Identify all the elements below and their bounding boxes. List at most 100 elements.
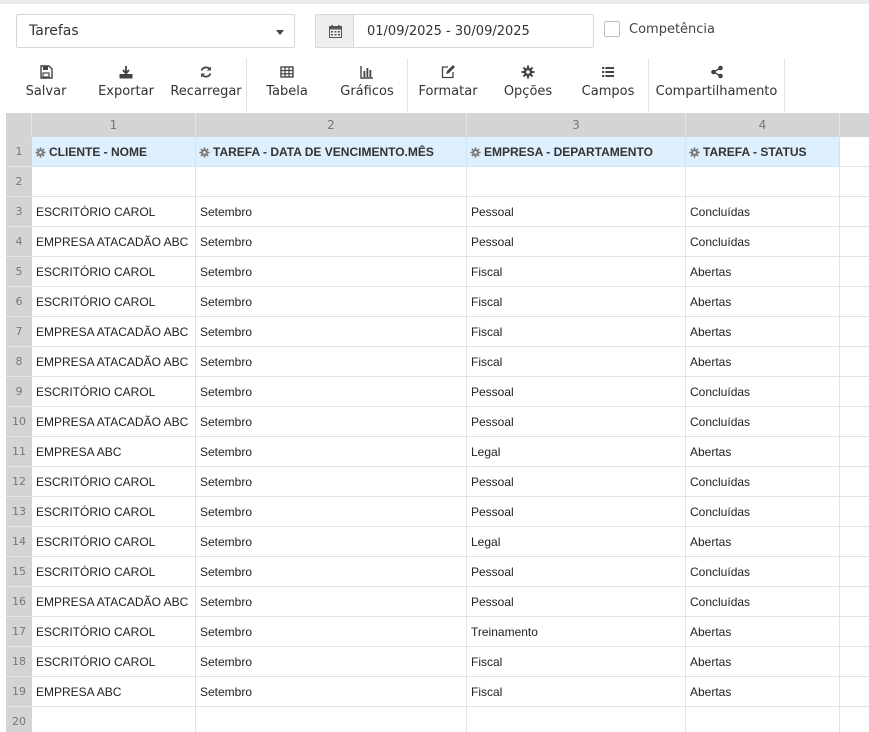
grid-cell[interactable]: Concluídas (686, 197, 840, 227)
grid-cell[interactable]: Setembro (196, 347, 467, 377)
grid-cell[interactable]: Fiscal (467, 317, 686, 347)
competencia-checkbox[interactable] (604, 21, 620, 37)
grid-cell[interactable]: Pessoal (467, 407, 686, 437)
export-button[interactable]: Exportar (86, 58, 166, 112)
grid-cell[interactable]: Treinamento (467, 617, 686, 647)
row-number-header[interactable]: 20 (6, 707, 32, 732)
gear-icon[interactable] (199, 147, 210, 158)
pivot-grid[interactable]: 1 2 3 4 1 2 3 4 5 6 7 8 9 10 11 12 13 14 15 16 17 18 19 20 CLIEN… (6, 113, 869, 732)
grid-cell[interactable]: EMPRESA ABC (32, 437, 196, 467)
share-button[interactable]: Compartilhamento (649, 58, 784, 112)
grid-cell-empty[interactable] (840, 587, 869, 617)
grid-cell-empty[interactable] (840, 437, 869, 467)
grid-cell[interactable]: Abertas (686, 647, 840, 677)
grid-cell[interactable]: Abertas (686, 257, 840, 287)
grid-cell-empty[interactable] (840, 557, 869, 587)
grid-cell-empty[interactable] (840, 137, 869, 167)
grid-cell-empty[interactable] (840, 647, 869, 677)
row-number-header[interactable]: 8 (6, 347, 32, 377)
grid-cell[interactable] (467, 167, 686, 197)
grid-cell[interactable]: Abertas (686, 437, 840, 467)
gear-icon[interactable] (689, 147, 700, 158)
grid-cell[interactable]: Concluídas (686, 497, 840, 527)
grid-cell[interactable]: ESCRITÓRIO CAROL (32, 497, 196, 527)
grid-cell[interactable]: Setembro (196, 317, 467, 347)
grid-cell[interactable]: Pessoal (467, 197, 686, 227)
grid-cell[interactable]: EMPRESA ATACADÃO ABC (32, 407, 196, 437)
grid-cell[interactable]: Setembro (196, 407, 467, 437)
grid-cell[interactable]: ESCRITÓRIO CAROL (32, 377, 196, 407)
field-header-cell[interactable]: TAREFA - STATUS (686, 137, 840, 167)
grid-cell[interactable]: ESCRITÓRIO CAROL (32, 617, 196, 647)
table-button[interactable]: Tabela (247, 58, 327, 112)
grid-cell[interactable]: Fiscal (467, 287, 686, 317)
grid-cell-empty[interactable] (840, 617, 869, 647)
field-header-cell[interactable]: EMPRESA - DEPARTAMENTO (467, 137, 686, 167)
grid-cell[interactable]: Abertas (686, 677, 840, 707)
reload-button[interactable]: Recarregar (166, 58, 246, 112)
grid-cell[interactable]: ESCRITÓRIO CAROL (32, 527, 196, 557)
grid-cell[interactable]: Setembro (196, 587, 467, 617)
grid-cell[interactable]: Setembro (196, 467, 467, 497)
grid-cell[interactable] (32, 707, 196, 732)
grid-cell[interactable]: Fiscal (467, 347, 686, 377)
grid-cell[interactable]: ESCRITÓRIO CAROL (32, 257, 196, 287)
grid-cell[interactable]: EMPRESA ATACADÃO ABC (32, 227, 196, 257)
grid-cell[interactable]: Setembro (196, 527, 467, 557)
grid-cell[interactable]: Abertas (686, 617, 840, 647)
grid-cell[interactable]: Setembro (196, 437, 467, 467)
grid-cell-empty[interactable] (840, 257, 869, 287)
row-number-header[interactable]: 1 (6, 137, 32, 167)
row-number-header[interactable]: 17 (6, 617, 32, 647)
grid-cell[interactable]: Fiscal (467, 257, 686, 287)
grid-cell[interactable] (686, 167, 840, 197)
grid-cell[interactable]: Setembro (196, 257, 467, 287)
row-number-header[interactable]: 3 (6, 197, 32, 227)
format-button[interactable]: Formatar (408, 58, 488, 112)
grid-cell[interactable]: Concluídas (686, 467, 840, 497)
grid-cell[interactable]: Concluídas (686, 377, 840, 407)
grid-cell[interactable]: ESCRITÓRIO CAROL (32, 647, 196, 677)
grid-cell-empty[interactable] (840, 167, 869, 197)
row-number-header[interactable]: 11 (6, 437, 32, 467)
grid-cell[interactable]: Setembro (196, 227, 467, 257)
grid-cell-empty[interactable] (840, 317, 869, 347)
grid-cell-empty[interactable] (840, 527, 869, 557)
gear-icon[interactable] (470, 147, 481, 158)
grid-cell[interactable]: Pessoal (467, 587, 686, 617)
grid-cell[interactable]: Setembro (196, 647, 467, 677)
grid-cell[interactable]: Concluídas (686, 557, 840, 587)
row-number-header[interactable]: 19 (6, 677, 32, 707)
gear-icon[interactable] (35, 147, 46, 158)
grid-cell[interactable]: Fiscal (467, 677, 686, 707)
grid-cell-empty[interactable] (840, 347, 869, 377)
fields-button[interactable]: Campos (568, 58, 648, 112)
row-number-header[interactable]: 4 (6, 227, 32, 257)
grid-cell[interactable] (196, 167, 467, 197)
grid-cell[interactable]: EMPRESA ABC (32, 677, 196, 707)
date-range-picker[interactable]: 01/09/2025 - 30/09/2025 (315, 14, 594, 48)
grid-cell[interactable]: Abertas (686, 347, 840, 377)
row-number-header[interactable]: 16 (6, 587, 32, 617)
grid-cell[interactable]: ESCRITÓRIO CAROL (32, 467, 196, 497)
grid-cell-empty[interactable] (840, 677, 869, 707)
save-button[interactable]: Salvar (6, 58, 86, 112)
grid-cell[interactable] (467, 707, 686, 732)
row-number-header[interactable]: 10 (6, 407, 32, 437)
row-number-header[interactable]: 7 (6, 317, 32, 347)
grid-cell[interactable]: EMPRESA ATACADÃO ABC (32, 317, 196, 347)
row-number-header[interactable]: 18 (6, 647, 32, 677)
grid-cell[interactable]: Setembro (196, 677, 467, 707)
grid-cell[interactable]: Setembro (196, 197, 467, 227)
grid-cell[interactable] (686, 707, 840, 732)
field-header-cell[interactable]: CLIENTE - NOME (32, 137, 196, 167)
grid-cell[interactable]: Abertas (686, 527, 840, 557)
row-number-header[interactable]: 14 (6, 527, 32, 557)
row-number-header[interactable]: 6 (6, 287, 32, 317)
options-button[interactable]: Opções (488, 58, 568, 112)
grid-cell[interactable]: ESCRITÓRIO CAROL (32, 287, 196, 317)
grid-cell[interactable]: ESCRITÓRIO CAROL (32, 557, 196, 587)
column-number-header[interactable]: 2 (196, 113, 467, 137)
calendar-addon[interactable] (316, 15, 354, 47)
grid-cell[interactable]: Concluídas (686, 587, 840, 617)
